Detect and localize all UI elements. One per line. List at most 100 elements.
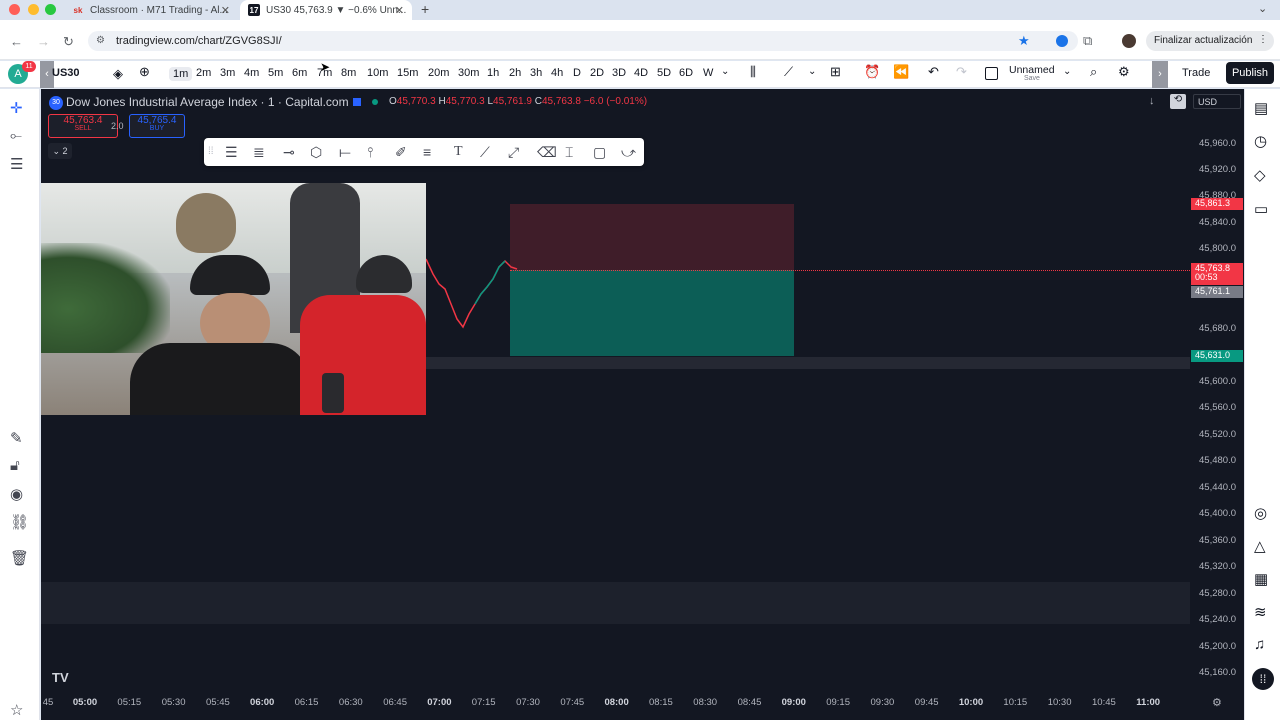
eraser-icon[interactable]: ⌫: [537, 144, 557, 161]
tab-search-chevron-icon[interactable]: ⌄: [1258, 2, 1267, 15]
draw-mode-icon[interactable]: ✎: [10, 429, 23, 447]
link-icon[interactable]: ⛓: [10, 513, 29, 531]
bookmark-star-icon[interactable]: ★: [1018, 33, 1030, 49]
redo-icon[interactable]: ↷: [956, 64, 967, 80]
timeframe-2m[interactable]: 2m: [196, 67, 211, 79]
timeframe-4h[interactable]: 4h: [551, 67, 563, 79]
trade-button[interactable]: Trade: [1182, 67, 1210, 79]
more-menu-icon[interactable]: ⋮: [1258, 34, 1268, 45]
text-tool-icon[interactable]: T: [454, 144, 463, 160]
layout-dropdown-icon[interactable]: ⌄: [1063, 66, 1071, 77]
favorites-star-icon[interactable]: ☆: [10, 701, 23, 719]
short-position-stop-zone[interactable]: [510, 204, 794, 270]
quick-search-icon[interactable]: ⌕: [1090, 64, 1097, 80]
indicators-dropdown-icon[interactable]: ⌄: [808, 66, 816, 77]
timeframe-3m[interactable]: 3m: [220, 67, 235, 79]
parallel-channel-icon[interactable]: ☰: [225, 144, 238, 161]
date-range-icon[interactable]: ⌶: [565, 144, 573, 161]
browser-tab-tradingview[interactable]: 17 US30 45,763.9 ▼ −0.6% Unn... ✕: [240, 0, 412, 20]
apps-grid-icon[interactable]: ⁞⁞: [1252, 668, 1274, 690]
extensions-puzzle-icon[interactable]: ⧉: [1083, 33, 1092, 49]
timeframe-D[interactable]: D: [573, 67, 581, 79]
horizontal-ray-icon[interactable]: ⊸: [283, 144, 295, 161]
chat-icon[interactable]: ▭: [1254, 200, 1268, 218]
lock-icon[interactable]: 🔓︎: [10, 457, 20, 474]
quick-symbol-icon[interactable]: ◈: [113, 66, 123, 82]
close-tab-icon[interactable]: ✕: [395, 4, 404, 17]
indicators-collapse-toggle[interactable]: ⌄ 2: [48, 143, 72, 159]
horizontal-line-icon[interactable]: ⟝: [339, 144, 351, 161]
timeframe-1h[interactable]: 1h: [487, 67, 499, 79]
forward-icon[interactable]: →: [37, 34, 50, 49]
timeframe-6m[interactable]: 6m: [292, 67, 307, 79]
buy-button[interactable]: 45,765.4 BUY: [129, 114, 185, 138]
drag-handle-icon[interactable]: ⁞⁞: [208, 146, 214, 157]
auto-scale-icon[interactable]: ⟲: [1170, 94, 1186, 109]
timeframe-W[interactable]: W: [703, 67, 713, 79]
close-tab-icon[interactable]: ✕: [221, 4, 230, 17]
timeframe-4D[interactable]: 4D: [634, 67, 648, 79]
reload-icon[interactable]: ↻: [63, 34, 74, 50]
browser-tab-classroom[interactable]: sk Classroom · M71 Trading - Al... ✕: [64, 0, 238, 20]
timeframe-15m[interactable]: 15m: [397, 67, 418, 79]
short-position-target-zone[interactable]: [510, 270, 794, 356]
close-window-button[interactable]: [9, 4, 20, 15]
curve-icon[interactable]: ⤻: [621, 144, 636, 161]
shape-icon[interactable]: ⬡: [310, 144, 322, 161]
calendar-icon[interactable]: ▦: [1254, 570, 1268, 588]
trend-line-icon[interactable]: ⟜: [10, 127, 22, 144]
compare-symbol-icon[interactable]: ⊕: [139, 64, 150, 80]
trash-icon[interactable]: 🗑︎: [10, 549, 29, 567]
crosshair-icon[interactable]: ✛: [10, 99, 23, 117]
chart-pane[interactable]: 30 Dow Jones Industrial Average Index · …: [41, 89, 1244, 720]
price-scale[interactable]: USD 45,960.0 45,920.0 45,880.0 45,840.0 45,8…: [1190, 89, 1244, 720]
brush-icon[interactable]: ✐: [395, 144, 407, 161]
timeframe-3D[interactable]: 3D: [612, 67, 626, 79]
url-text[interactable]: tradingview.com/chart/ZGVG8SJI/: [116, 35, 282, 47]
timeframe-dropdown-icon[interactable]: ⌄: [721, 66, 729, 77]
currency-selector[interactable]: USD: [1193, 94, 1241, 109]
sell-button[interactable]: 45,763.4 SELL: [48, 114, 118, 138]
back-icon[interactable]: ←: [10, 34, 23, 49]
timeframe-6D[interactable]: 6D: [679, 67, 693, 79]
new-tab-icon[interactable]: +: [421, 1, 429, 17]
watchlist-icon[interactable]: ▤: [1254, 99, 1268, 117]
settings-gear-icon[interactable]: ⚙: [1118, 64, 1130, 80]
templates-grid-icon[interactable]: ⊞: [830, 64, 841, 80]
ideas-icon[interactable]: △: [1254, 537, 1266, 555]
download-icon[interactable]: ↓: [1149, 95, 1155, 107]
publish-button[interactable]: Publish: [1226, 62, 1274, 84]
trend-line-tool-icon[interactable]: ⤢: [508, 144, 519, 161]
minimize-window-button[interactable]: [28, 4, 39, 15]
object-tree-layers-icon[interactable]: ◇: [1254, 166, 1266, 184]
indicators-icon[interactable]: ⟋: [784, 64, 793, 80]
profile-avatar[interactable]: [1122, 34, 1136, 48]
zoom-window-button[interactable]: [45, 4, 56, 15]
rectangle-icon[interactable]: ▢: [593, 144, 606, 161]
timeframe-4m[interactable]: 4m: [244, 67, 259, 79]
timeframe-3h[interactable]: 3h: [530, 67, 542, 79]
instrument-title[interactable]: Dow Jones Industrial Average Index · 1 ·…: [66, 95, 349, 109]
regression-icon[interactable]: ≣: [253, 144, 265, 161]
fib-retracement-icon[interactable]: ≡: [423, 144, 431, 160]
news-feed-icon[interactable]: ≋: [1254, 603, 1267, 621]
site-info-icon[interactable]: ⚙: [96, 35, 105, 46]
flag-icon[interactable]: [353, 98, 361, 106]
ray-icon[interactable]: ⟋: [480, 144, 490, 161]
timeframe-10m[interactable]: 10m: [367, 67, 388, 79]
timeframe-1m[interactable]: 1m: [169, 67, 193, 81]
timeframe-5m[interactable]: 5m: [268, 67, 283, 79]
layout-checkbox-icon[interactable]: [985, 67, 998, 80]
alerts-clock-icon[interactable]: ◷: [1254, 132, 1267, 150]
symbol-search[interactable]: US30: [52, 67, 80, 79]
fib-tools-icon[interactable]: ☰: [10, 155, 23, 173]
scroll-right-chevron-icon[interactable]: ›: [1152, 61, 1168, 88]
target-icon[interactable]: ◎: [1254, 504, 1267, 522]
update-browser-button[interactable]: Finalizar actualización ⋮: [1146, 31, 1274, 51]
timeframe-8m[interactable]: 8m: [341, 67, 356, 79]
alert-icon[interactable]: ⏰: [864, 64, 880, 80]
timeframe-2h[interactable]: 2h: [509, 67, 521, 79]
hide-drawings-eye-icon[interactable]: ◉: [10, 485, 23, 503]
timeframe-2D[interactable]: 2D: [590, 67, 604, 79]
extension-icon[interactable]: [1056, 35, 1068, 47]
